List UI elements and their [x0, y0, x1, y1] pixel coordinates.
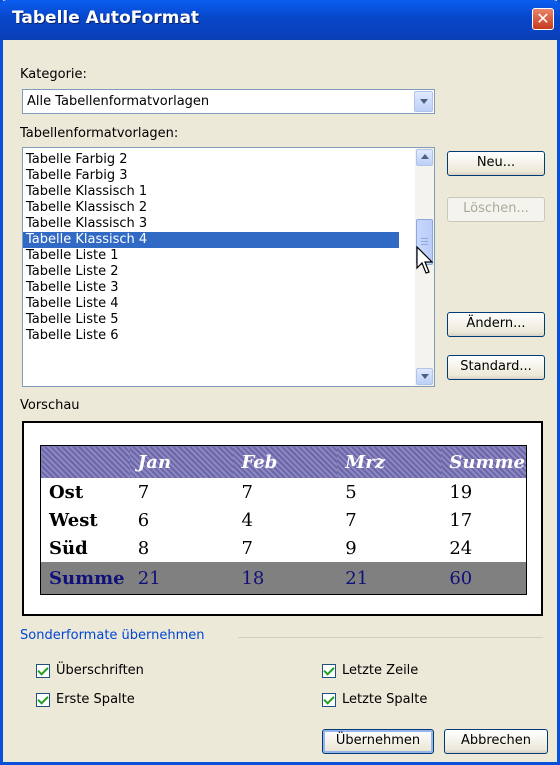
preview-cell: 5 — [345, 481, 357, 503]
preview-cell: 9 — [345, 537, 357, 559]
last-row-label[interactable]: Letzte Zeile — [342, 663, 418, 678]
styles-listbox[interactable]: Tabelle Farbig 2 Tabelle Farbig 3 Tabell… — [22, 147, 435, 387]
preview-header-cell — [40, 445, 130, 478]
preview-cell: 7 — [241, 537, 253, 559]
preview-cell: 60 — [441, 562, 527, 595]
group-divider — [238, 637, 543, 638]
default-button[interactable]: Standard... — [447, 355, 545, 380]
category-label: Kategorie: — [20, 67, 87, 82]
window-title: Tabelle AutoFormat — [12, 8, 200, 28]
preview-cell: 6 — [137, 509, 150, 531]
preview-table: Jan Feb Mrz Summe Ost 7 7 5 19 West 6 4 … — [40, 445, 527, 595]
preview-cell: 8 — [137, 537, 150, 559]
cancel-button[interactable]: Abbrechen — [444, 729, 548, 754]
category-select[interactable]: Alle Tabellenformatvorlagen — [22, 89, 435, 114]
close-icon[interactable]: ✕ — [532, 8, 554, 30]
grip-line — [421, 244, 428, 245]
preview-cell: 7 — [345, 509, 357, 531]
new-button[interactable]: Neu... — [447, 151, 545, 176]
preview-cell: 17 — [449, 509, 473, 531]
preview-header-cell: Summe — [441, 445, 527, 478]
preview-header-cell: Feb — [233, 445, 338, 478]
checkmark-icon — [323, 664, 335, 676]
title-bar[interactable]: Tabelle AutoFormat ✕ — [0, 0, 560, 40]
preview-row-head: West — [49, 509, 98, 531]
scroll-up-button[interactable] — [416, 149, 433, 166]
preview-label: Vorschau — [20, 398, 80, 413]
apply-button[interactable]: Übernehmen — [322, 729, 434, 754]
chevron-up-icon — [421, 154, 429, 159]
preview-row-head: Ost — [49, 481, 84, 503]
mouse-pointer-icon — [416, 246, 434, 274]
scroll-down-button[interactable] — [416, 368, 433, 385]
first-column-checkbox[interactable] — [36, 693, 50, 707]
first-column-label[interactable]: Erste Spalte — [56, 692, 135, 707]
list-item[interactable]: Tabelle Liste 3 — [23, 280, 399, 296]
list-item[interactable]: Tabelle Liste 5 — [23, 312, 399, 328]
list-item-selected[interactable]: Tabelle Klassisch 4 — [23, 232, 399, 248]
category-value: Alle Tabellenformatvorlagen — [27, 94, 210, 109]
preview-header-row: Jan Feb Mrz Summe — [40, 445, 527, 478]
grip-line — [421, 238, 428, 239]
preview-cell: 19 — [449, 481, 473, 503]
headings-checkbox[interactable] — [36, 664, 50, 678]
category-dropdown-button[interactable] — [414, 91, 433, 112]
preview-cell: 24 — [449, 537, 473, 559]
list-item[interactable]: Tabelle Farbig 2 — [23, 152, 399, 168]
checkmark-icon — [37, 664, 49, 676]
chevron-down-icon — [420, 99, 428, 104]
preview-cell: 4 — [241, 509, 253, 531]
list-item[interactable]: Tabelle Liste 2 — [23, 264, 399, 280]
preview-total-row: Summe 21 18 21 60 — [40, 562, 527, 595]
list-item[interactable]: Tabelle Liste 1 — [23, 248, 399, 264]
checkmark-icon — [323, 693, 335, 705]
preview-row-head: Süd — [49, 537, 88, 559]
chevron-down-icon — [421, 374, 429, 379]
preview-cell: 7 — [241, 481, 253, 503]
preview-panel: Jan Feb Mrz Summe Ost 7 7 5 19 West 6 4 … — [22, 421, 543, 616]
grip-line — [421, 241, 428, 242]
special-formats-label: Sonderformate übernehmen — [20, 628, 205, 643]
preview-cell: 7 — [137, 481, 150, 503]
list-item[interactable]: Tabelle Klassisch 2 — [23, 200, 399, 216]
headings-label[interactable]: Überschriften — [56, 663, 144, 678]
list-item[interactable]: Tabelle Liste 4 — [23, 296, 399, 312]
preview-row: West 6 4 7 17 — [41, 506, 527, 534]
preview-header-cell: Jan — [129, 445, 234, 478]
preview-row: Ost 7 7 5 19 — [41, 478, 527, 506]
checkmark-icon — [37, 693, 49, 705]
preview-cell: 21 — [337, 562, 442, 595]
last-row-checkbox[interactable] — [322, 664, 336, 678]
preview-row: Süd 8 7 9 24 — [41, 534, 527, 562]
modify-button[interactable]: Ändern... — [447, 312, 545, 337]
delete-button[interactable]: Löschen... — [447, 197, 545, 222]
preview-cell: 21 — [129, 562, 234, 595]
list-item[interactable]: Tabelle Liste 6 — [23, 328, 399, 344]
last-column-label[interactable]: Letzte Spalte — [342, 692, 427, 707]
list-item[interactable]: Tabelle Klassisch 3 — [23, 216, 399, 232]
preview-row-head: Summe — [40, 562, 130, 595]
last-column-checkbox[interactable] — [322, 693, 336, 707]
list-item[interactable]: Tabelle Klassisch 1 — [23, 184, 399, 200]
styles-label: Tabellenformatvorlagen: — [20, 126, 179, 141]
preview-header-cell: Mrz — [337, 445, 442, 478]
list-item[interactable]: Tabelle Farbig 3 — [23, 168, 399, 184]
preview-cell: 18 — [233, 562, 338, 595]
